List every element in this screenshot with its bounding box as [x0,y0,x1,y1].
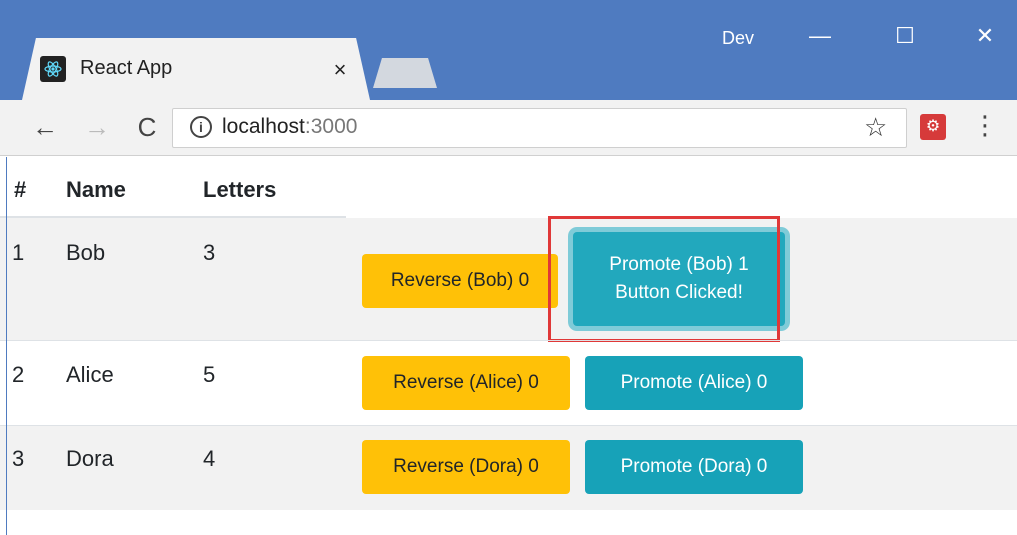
reverse-button[interactable]: Reverse (Alice) 0 [362,356,570,410]
tab-title: React App [80,57,173,79]
browser-tab[interactable] [22,38,370,100]
forward-arrow-icon[interactable]: → [80,110,114,144]
window-left-edge [6,157,7,535]
row-name: Bob [66,240,106,265]
reverse-button[interactable]: Reverse (Bob) 0 [362,254,558,308]
new-tab-button[interactable] [373,58,437,88]
promote-button[interactable]: Promote (Dora) 0 [585,440,803,494]
highlight-annotation [548,216,780,342]
url-port: :3000 [304,115,358,138]
info-icon[interactable]: i [190,116,212,138]
react-favicon-icon [40,56,66,82]
back-arrow-icon[interactable]: ← [28,110,62,144]
header-number: # [14,177,27,202]
row-number: 1 [12,240,25,265]
maximize-button[interactable]: ☐ [875,18,935,54]
extension-icon[interactable]: ⚙ [920,114,946,140]
row-letters: 5 [203,362,216,387]
kebab-menu-icon[interactable]: ⋮ [972,110,998,141]
row-letters: 3 [203,240,216,265]
url-text[interactable]: localhost:3000 [222,115,357,139]
minimize-button[interactable]: — [790,18,850,54]
tab-close-icon[interactable]: × [326,56,354,84]
close-window-button[interactable]: ✕ [955,18,1015,54]
row-number: 2 [12,362,25,387]
row-name: Dora [66,446,114,471]
row-number: 3 [12,446,25,471]
row-name: Alice [66,362,114,387]
header-name: Name [66,177,126,202]
url-host: localhost [222,115,305,138]
header-letters: Letters [203,177,277,202]
row-letters: 4 [203,446,216,471]
reverse-button[interactable]: Reverse (Dora) 0 [362,440,570,494]
star-icon[interactable]: ☆ [864,112,887,143]
promote-button[interactable]: Promote (Alice) 0 [585,356,803,410]
profile-label[interactable]: Dev [722,28,754,49]
reload-icon[interactable]: C [130,110,164,144]
row-divider [0,340,1017,341]
